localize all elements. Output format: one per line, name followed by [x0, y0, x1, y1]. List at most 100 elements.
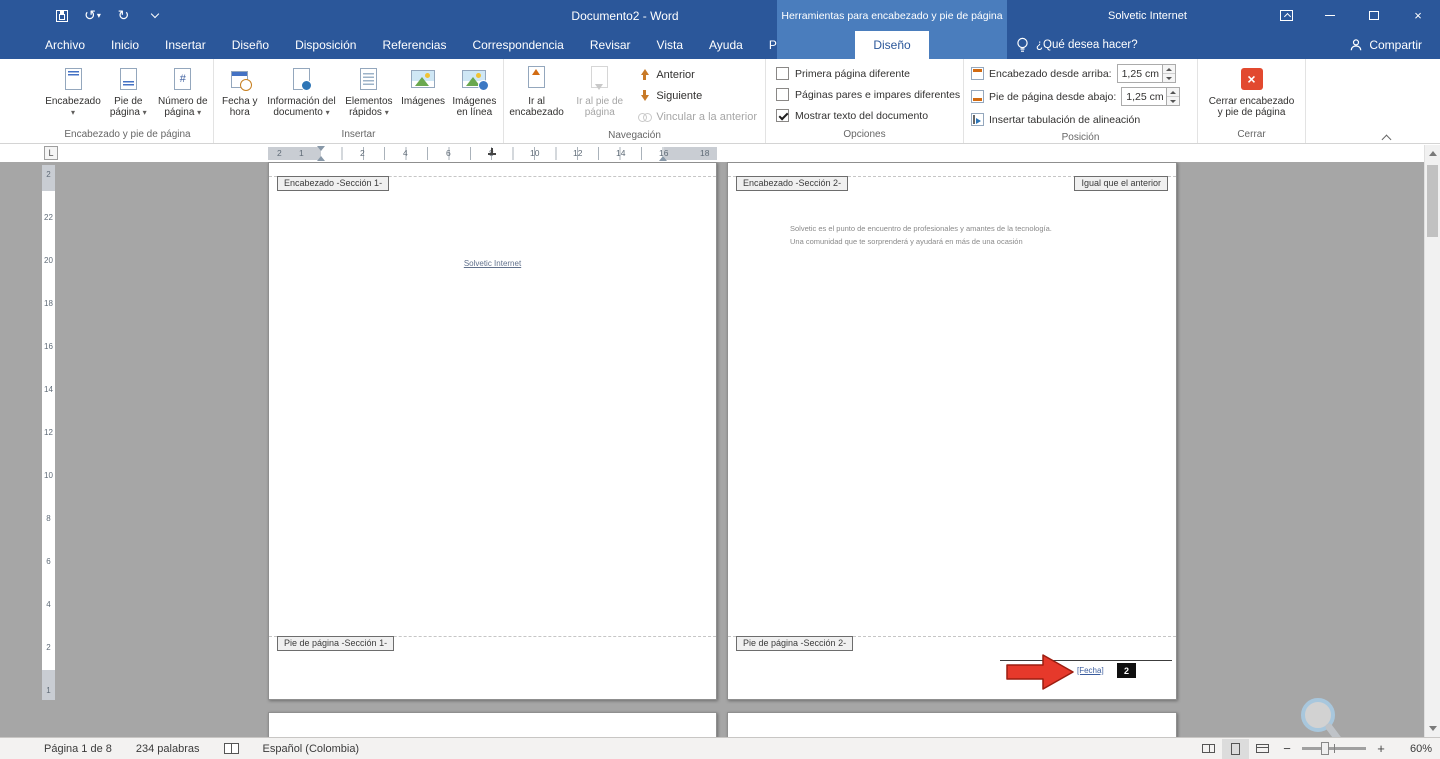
footer-from-bottom-icon	[971, 90, 984, 103]
tab-stop-selector[interactable]: L	[44, 146, 58, 160]
elementos-rapidos-button[interactable]: Elementos rápidos ▾	[339, 61, 398, 118]
save-button[interactable]	[46, 0, 77, 31]
red-annotation-arrow	[1006, 654, 1074, 690]
zoom-out-button[interactable]: −	[1276, 741, 1298, 756]
spinner-label: Pie de página desde abajo:	[989, 90, 1117, 103]
quick-parts-icon	[360, 68, 378, 90]
minimize-button[interactable]	[1308, 0, 1352, 31]
tab-disposicion[interactable]: Disposición	[282, 31, 369, 59]
center-tab-stop-marker[interactable]	[488, 148, 496, 155]
numero-de-pagina-button[interactable]: Número de página ▾	[155, 61, 211, 118]
spinner-value[interactable]: 1,25 cm	[1116, 64, 1163, 83]
maximize-button[interactable]	[1352, 0, 1396, 31]
vertical-scrollbar[interactable]	[1424, 145, 1440, 737]
body-hyperlink[interactable]: Solvetic Internet	[269, 259, 716, 268]
ribbon: Encabezado▾ Pie de página ▾ Número de pá…	[0, 59, 1440, 144]
scroll-down-button[interactable]	[1425, 720, 1440, 737]
tellme-box[interactable]: ¿Qué desea hacer?	[1016, 31, 1138, 59]
encabezado-label: Encabezado	[45, 96, 101, 107]
tabulacion-label: Insertar tabulación de alineación	[989, 113, 1141, 126]
ir-encabezado-label: Ir al encabezado	[509, 96, 564, 118]
tab-referencias[interactable]: Referencias	[369, 31, 459, 59]
vertical-ruler[interactable]: 2 22 20 18 16 14 12 10 8 6 4 2 1	[42, 165, 55, 700]
person-icon	[1351, 39, 1362, 51]
informacion-documento-button[interactable]: Información del documento ▾	[264, 61, 340, 118]
paragraph-line: Una comunidad que te sorprenderá y ayuda…	[790, 236, 1023, 246]
close-button[interactable]: ×	[1396, 0, 1440, 31]
checkbox-label: Mostrar texto del documento	[795, 109, 929, 122]
fecha-y-hora-button[interactable]: Fecha y hora	[216, 61, 264, 118]
scroll-up-button[interactable]	[1425, 145, 1440, 162]
contextual-tab-zone: Diseño	[777, 31, 1007, 59]
insertar-tabulacion-button[interactable]: Insertar tabulación de alineación	[966, 108, 1195, 131]
tab-ayuda[interactable]: Ayuda	[696, 31, 756, 59]
minimize-icon	[1325, 15, 1335, 16]
tab-diseno-contextual-active[interactable]: Diseño	[855, 31, 929, 59]
mostrar-texto-documento-checkbox[interactable]: Mostrar texto del documento	[768, 105, 961, 126]
pie-desde-abajo-spinner[interactable]: 1,25 cm	[1121, 87, 1181, 106]
redo-button[interactable]: ↻	[108, 0, 139, 31]
ruler-number: 12	[44, 428, 53, 437]
zoom-percentage[interactable]: 60%	[1392, 743, 1432, 755]
tab-diseno[interactable]: Diseño	[219, 31, 282, 59]
ribbon-tab-row: Archivo Inicio Insertar Diseño Disposici…	[0, 31, 1440, 59]
tab-vista[interactable]: Vista	[644, 31, 696, 59]
dropdown-caret-icon: ▾	[142, 108, 147, 117]
arrow-down-icon	[595, 83, 604, 90]
imagenes-en-linea-button[interactable]: Imágenes en línea	[448, 61, 501, 118]
read-mode-button[interactable]	[1195, 739, 1222, 759]
scrollbar-thumb[interactable]	[1427, 165, 1438, 237]
zoom-slider-thumb[interactable]	[1321, 742, 1330, 755]
spinner-arrows[interactable]	[1167, 87, 1181, 106]
encabezado-desde-arriba-spinner[interactable]: 1,25 cm	[1116, 64, 1176, 83]
pie-de-pagina-button[interactable]: Pie de página ▾	[102, 61, 155, 118]
customize-qat-button[interactable]	[139, 0, 170, 31]
footer-section-tag: Pie de página -Sección 1-	[277, 636, 395, 651]
footer-date-field[interactable]: [Fecha]	[1077, 666, 1104, 675]
encabezado-button[interactable]: Encabezado ▾	[44, 61, 102, 118]
primera-pagina-diferente-checkbox[interactable]: Primera página diferente	[768, 63, 961, 84]
header-section-tag: Encabezado -Sección 1-	[277, 176, 390, 191]
spinner-value[interactable]: 1,25 cm	[1121, 87, 1168, 106]
previous-icon	[638, 68, 651, 81]
document-page-3-partial[interactable]	[268, 712, 717, 737]
language-indicator[interactable]: Español (Colombia)	[263, 743, 360, 755]
horizontal-ruler[interactable]: 2 1 2 4 6 8 10 12 14 16 18	[268, 146, 717, 161]
account-user-name[interactable]: Solvetic Internet	[1108, 0, 1187, 31]
undo-button[interactable]: ↺ ▾	[77, 0, 108, 31]
footer-page-number-field[interactable]: 2	[1117, 663, 1136, 678]
tab-insertar[interactable]: Insertar	[152, 31, 219, 59]
word-window: ↺ ▾ ↻ Documento2 - Word Herramientas para…	[0, 0, 1440, 759]
ribbon-display-options-button[interactable]	[1264, 0, 1308, 31]
siguiente-button[interactable]: Siguiente	[632, 85, 763, 106]
cerrar-encabezado-button[interactable]: × Cerrar encabezado y pie de página	[1204, 61, 1300, 118]
body-paragraph[interactable]: Solvetic es el punto de encuentro de pro…	[790, 223, 1146, 248]
indent-marker[interactable]	[317, 146, 326, 161]
group-label: Opciones	[843, 129, 886, 140]
page-count-indicator[interactable]: Página 1 de 8	[44, 743, 112, 755]
document-page-2[interactable]: Encabezado -Sección 2- Igual que el ante…	[727, 162, 1177, 700]
web-layout-button[interactable]	[1249, 739, 1276, 759]
share-button[interactable]: Compartir	[1349, 31, 1422, 59]
print-layout-button[interactable]	[1222, 738, 1249, 759]
document-page-1[interactable]: Encabezado -Sección 1- Solvetic Internet…	[268, 162, 717, 700]
tab-inicio[interactable]: Inicio	[98, 31, 152, 59]
navigation-small-buttons: Anterior Siguiente Vincular a la anterio…	[632, 61, 763, 127]
ruler-number: 4	[403, 148, 408, 158]
tab-archivo[interactable]: Archivo	[32, 31, 98, 59]
footer-section-tag: Pie de página -Sección 2-	[736, 636, 854, 651]
imagenes-button[interactable]: Imágenes	[398, 61, 447, 107]
tab-revisar[interactable]: Revisar	[577, 31, 644, 59]
collapse-ribbon-button[interactable]	[1378, 131, 1394, 144]
tab-correspondencia[interactable]: Correspondencia	[459, 31, 576, 59]
paginas-pares-impares-checkbox[interactable]: Páginas pares e impares diferentes	[768, 84, 961, 105]
document-page-4-partial[interactable]	[727, 712, 1177, 737]
zoom-in-button[interactable]: +	[1370, 741, 1392, 756]
zoom-slider[interactable]	[1302, 742, 1366, 755]
spinner-arrows[interactable]	[1162, 64, 1176, 83]
word-count-indicator[interactable]: 234 palabras	[136, 743, 200, 755]
right-indent-marker[interactable]	[659, 156, 667, 161]
ir-al-encabezado-button[interactable]: Ir al encabezado	[506, 61, 567, 118]
anterior-button[interactable]: Anterior	[632, 64, 763, 85]
proofing-status-icon[interactable]	[223, 743, 239, 754]
